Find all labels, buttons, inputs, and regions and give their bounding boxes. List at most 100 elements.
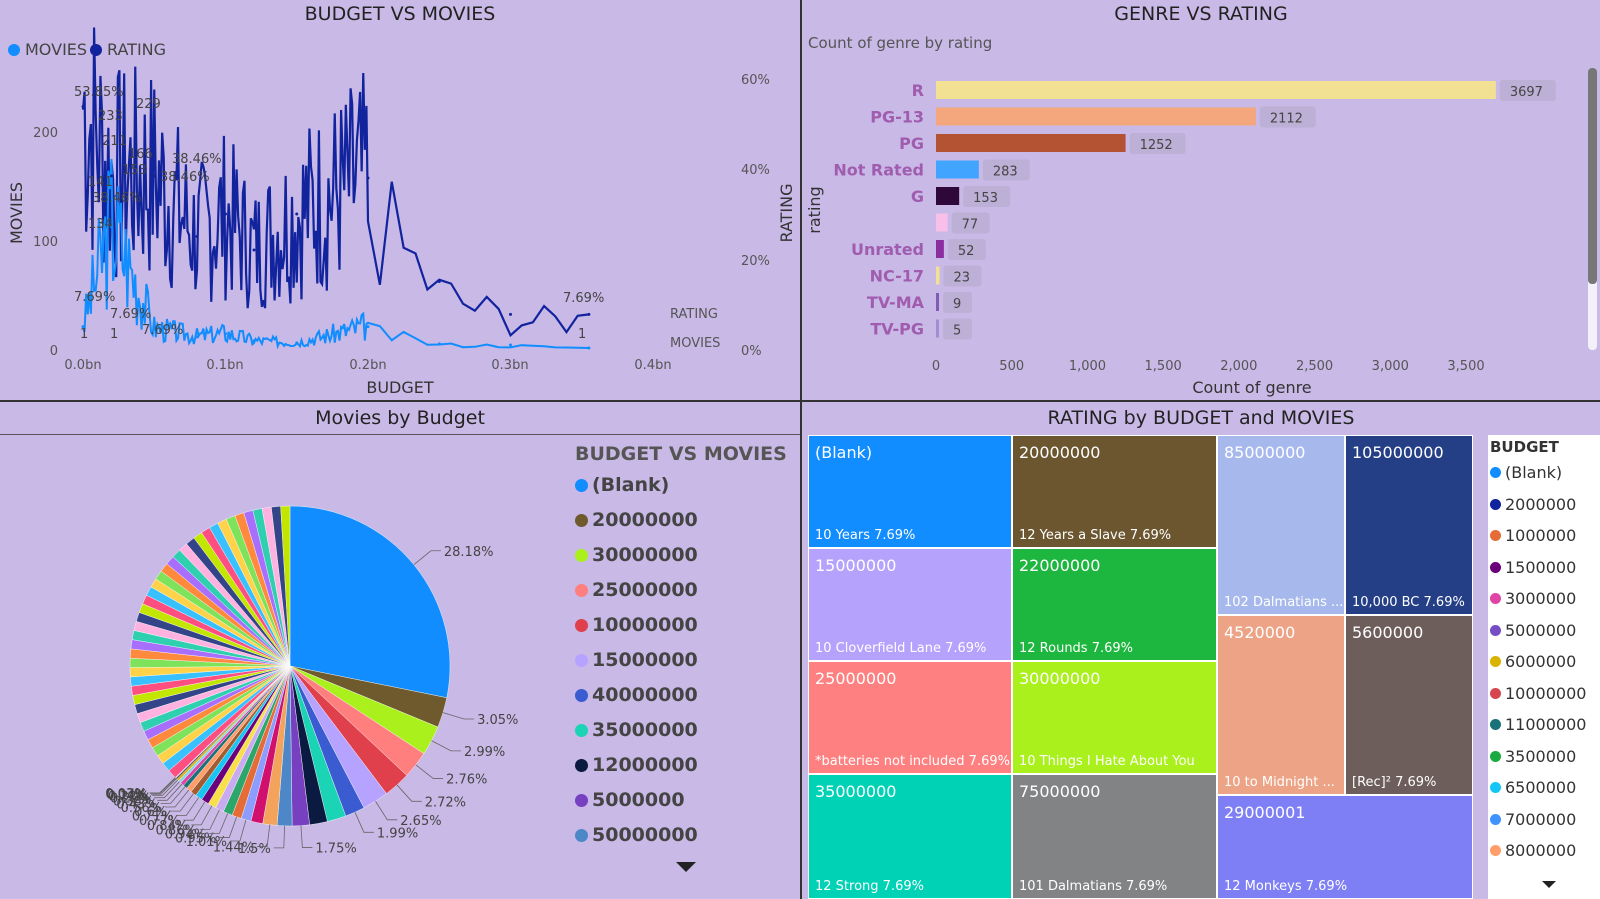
rating-point[interactable] [437,280,441,283]
legend-item[interactable]: 20000000 [575,509,698,531]
rating-point[interactable] [295,212,299,216]
movies-point[interactable] [587,346,591,350]
rating-by-budget-panel[interactable]: RATING by BUDGET and MOVIES (Blank) 10 Ye… [802,402,1600,899]
legend-item[interactable]: 5000000 [575,789,685,811]
treemap-tile[interactable]: 20000000 12 Years a Slave 7.69% [1012,435,1217,548]
legend-dot-icon [1490,845,1501,856]
series-end-label-rating: RATING [670,307,718,322]
genre-vs-rating-panel[interactable]: GENRE VS RATING Count of genre by rating… [802,0,1600,400]
bar[interactable] [936,213,948,232]
legend-item[interactable]: 50000000 [575,824,698,846]
scroll-down-icon[interactable] [676,862,696,872]
bar[interactable] [936,240,944,258]
bar-group[interactable]: Not Rated 283 [833,159,1030,181]
legend-item[interactable]: 35000000 [575,719,698,741]
rating-point[interactable] [224,212,227,216]
legend-item[interactable]: 10000000 [575,614,698,636]
movies-point[interactable] [224,332,227,336]
bar[interactable] [936,107,1256,126]
movies-point[interactable] [252,339,256,343]
treemap-tile[interactable]: 30000000 10 Things I Hate About You [1012,661,1217,774]
data-label: 7.69% [142,323,183,338]
movies-point[interactable] [195,335,199,339]
legend-item[interactable]: 10000000 [1490,684,1586,703]
rating-point[interactable] [509,312,512,316]
bar-group[interactable]: Unrated 52 [851,239,986,260]
bar-group[interactable]: R 3697 [912,80,1556,101]
movies-point[interactable] [437,342,441,346]
movies-point[interactable] [295,341,299,345]
value-label: 23 [953,271,970,286]
treemap-tile[interactable]: 105000000 10,000 BC 7.69% [1345,435,1473,615]
bar-group[interactable]: TV-MA 9 [867,292,972,313]
movies-point[interactable] [366,325,370,329]
bar[interactable] [936,187,960,205]
bar-group[interactable]: G 153 [911,186,1011,207]
scroll-down-icon[interactable] [1542,881,1556,888]
legend-item[interactable]: 7000000 [1490,810,1576,829]
bar-group[interactable]: NC-17 23 [870,265,982,287]
legend-item[interactable]: 30000000 [575,544,698,566]
legend-item[interactable]: (Blank) [575,474,669,496]
treemap-tile[interactable]: 5600000 [Rec]² 7.69% [1345,615,1473,795]
bar[interactable] [936,319,939,338]
treemap-tile[interactable]: 29000001 12 Monkeys 7.69% [1217,795,1473,899]
legend-item[interactable]: 3500000 [1490,747,1576,766]
category-label: TV-PG [870,320,924,339]
bar-group[interactable]: 77 [936,212,990,234]
bar[interactable] [936,160,979,179]
legend-item[interactable]: 6000000 [1490,652,1576,671]
legend-item[interactable]: 12000000 [575,754,698,776]
rating-point[interactable] [152,174,156,178]
treemap-tile[interactable]: 15000000 10 Cloverfield Lane 7.69% [808,548,1012,661]
legend-item[interactable]: (Blank) [1490,463,1562,482]
data-label: 211 [102,134,127,149]
legend-item[interactable]: 1500000 [1490,558,1576,577]
legend-item[interactable]: 2000000 [1490,495,1576,514]
line-chart[interactable]: MOVIES RATING BUDGET 0.0bn 0.1bn 0.2bn 0… [0,0,800,400]
budget-vs-movies-panel[interactable]: BUDGET VS MOVIES MOVIES RATING MOVIES RA… [0,0,800,400]
bar-group[interactable]: TV-PG 5 [870,318,972,340]
treemap-tile[interactable]: 35000000 12 Strong 7.69% [808,774,1012,899]
rating-point[interactable] [195,235,199,238]
legend-item[interactable]: 3000000 [1490,589,1576,608]
bar[interactable] [936,81,1496,99]
bar-group[interactable]: PG-13 2112 [870,106,1316,128]
bar[interactable] [936,293,939,311]
pie-chart[interactable]: 28.18%3.05%2.99%2.76%2.72%2.65%1.99%1.75… [0,402,570,899]
treemap-tile[interactable]: 75000000 101 Dalmatians 7.69% [1012,774,1217,899]
bar[interactable] [936,266,940,285]
legend-item[interactable]: 11000000 [1490,715,1586,734]
legend-item[interactable]: 25000000 [575,579,698,601]
legend-item[interactable]: 15000000 [575,649,698,671]
legend-item[interactable]: 1000000 [1490,526,1576,545]
leader-line [442,712,475,720]
rating-point[interactable] [587,312,591,316]
bar-group[interactable]: PG 1252 [899,133,1186,154]
rating-point[interactable] [366,176,370,180]
legend-item[interactable]: 5000000 [1490,621,1576,640]
x-tick: 0.2bn [349,358,386,373]
bar-chart[interactable]: 0 500 1,000 1,500 2,000 2,500 3,000 3,500 ratin… [802,0,1600,400]
legend-dot-icon [1490,467,1501,478]
y-axis-left-label: MOVIES [7,182,26,244]
movies-by-budget-panel[interactable]: Movies by Budget 28.18% 3.05% 2.99% 2.76% 2.… [0,402,800,899]
treemap-tile[interactable]: 22000000 12 Rounds 7.69% [1012,548,1217,661]
treemap-tile[interactable]: 25000000 *batteries not included 7.69% [808,661,1012,774]
pie-slice[interactable] [289,505,451,698]
treemap-tile[interactable]: 4520000 10 to Midnight ... [1217,615,1345,795]
legend-item[interactable]: 40000000 [575,684,698,706]
rating-point[interactable] [252,248,256,252]
legend-item[interactable]: 6500000 [1490,778,1576,797]
tile-movie: 12 Years a Slave 7.69% [1019,528,1172,543]
rating-point[interactable] [81,105,85,109]
x-tick: 0.0bn [64,358,101,373]
bar[interactable] [936,134,1126,152]
movies-point[interactable] [509,343,512,347]
treemap-tile[interactable]: (Blank) 10 Years 7.69% [808,435,1012,548]
scrollbar-thumb[interactable] [1588,68,1597,284]
treemap-tile[interactable]: 85000000 102 Dalmatians ... [1217,435,1345,615]
legend-item[interactable]: 8000000 [1490,841,1576,860]
legend-label: 6000000 [1505,652,1577,671]
treemap[interactable]: (Blank) 10 Years 7.69% 20000000 12 Years a … [808,435,1490,899]
